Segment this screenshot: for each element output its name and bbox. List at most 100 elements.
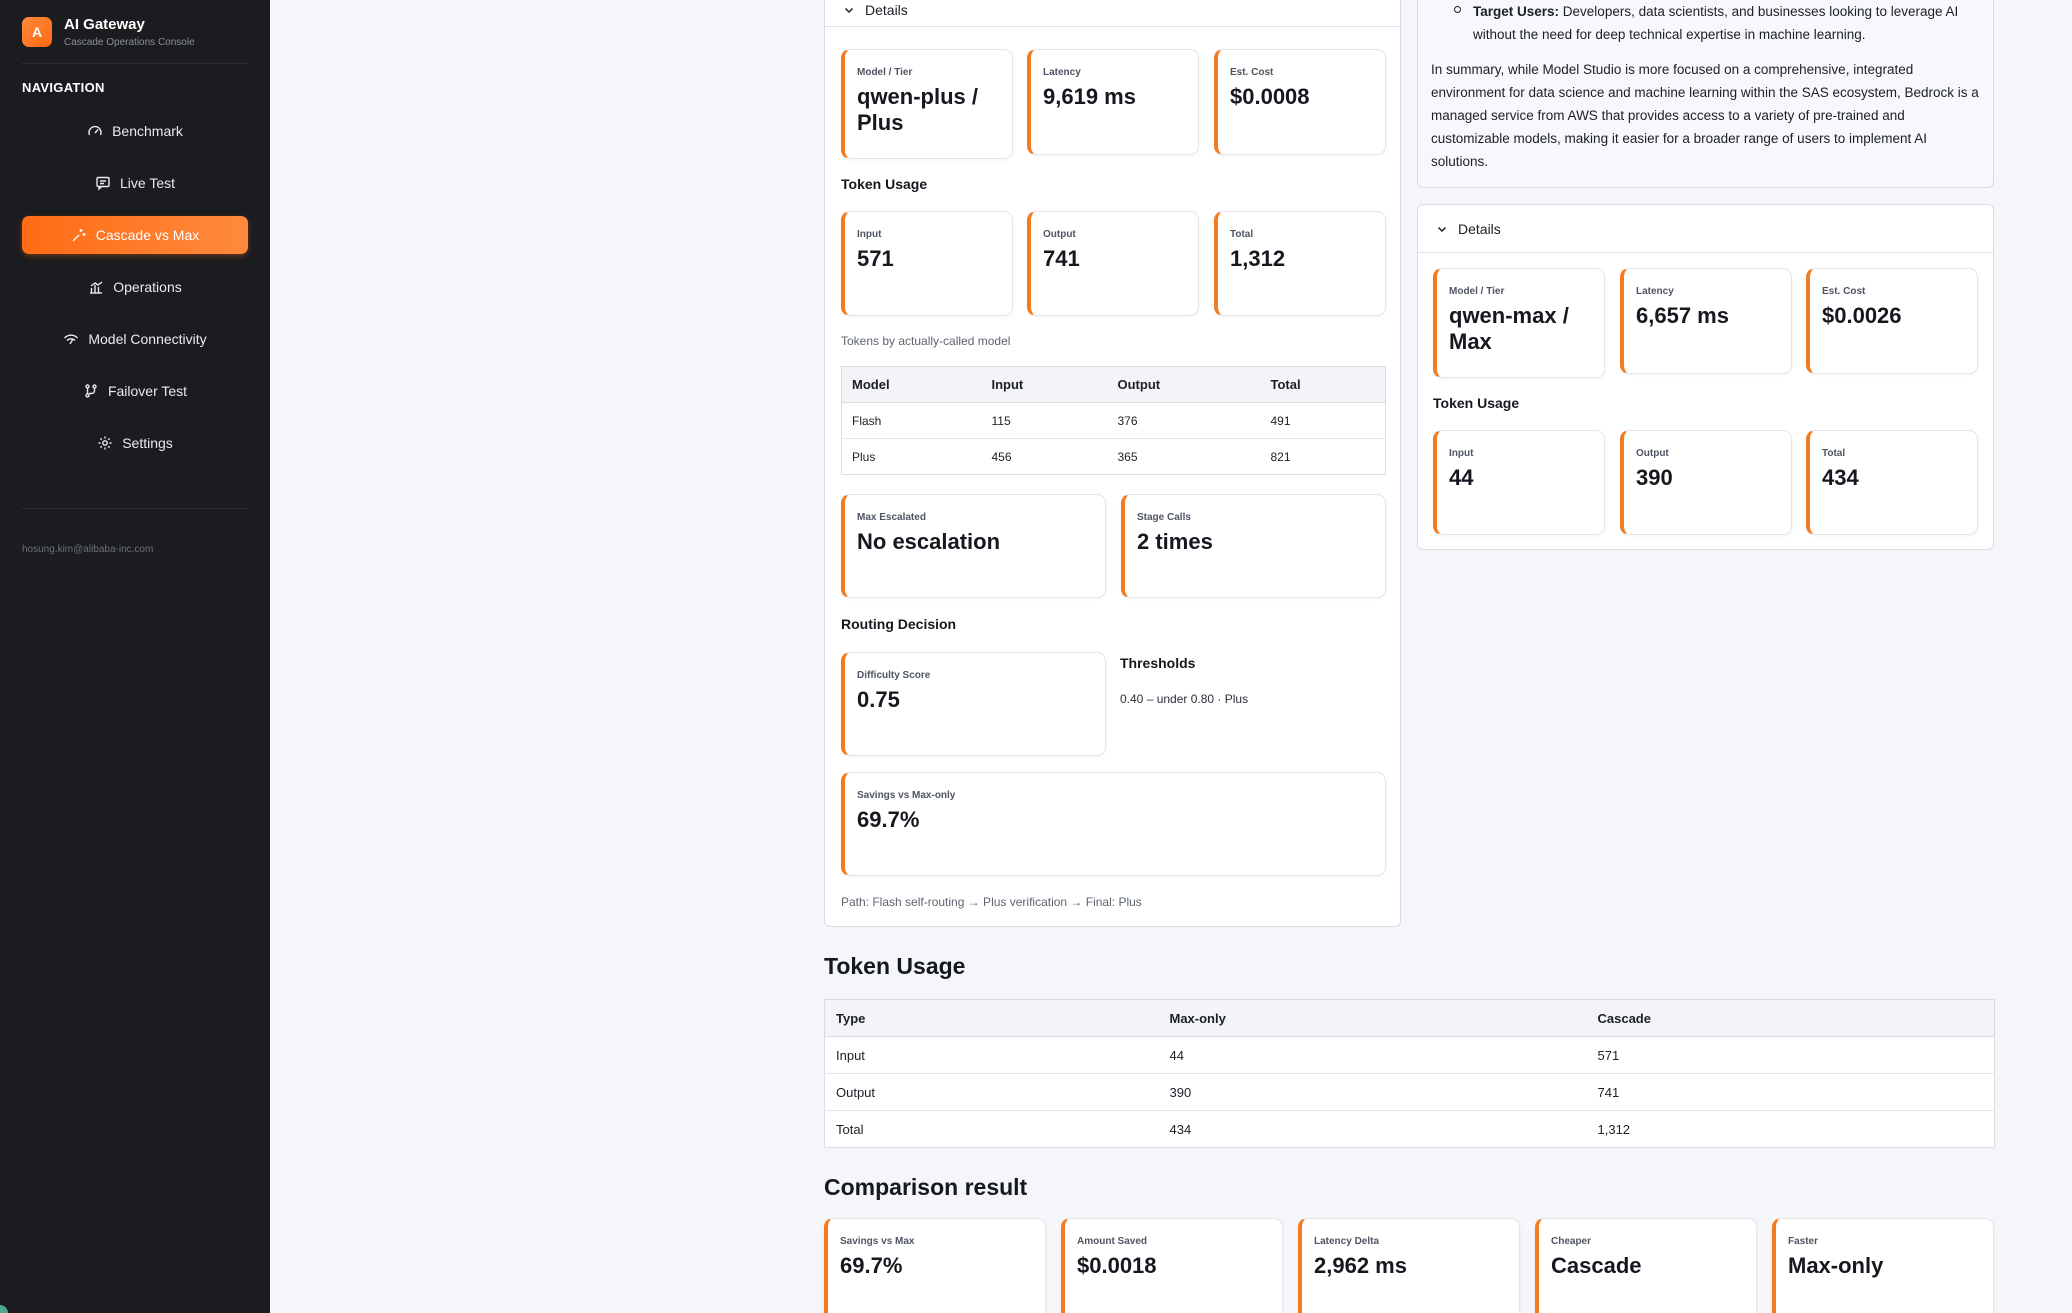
max-details-toggle[interactable]: Details bbox=[1418, 205, 1993, 253]
metric-card-difficulty-score: Difficulty Score 0.75 bbox=[841, 652, 1106, 756]
metric-value: 741 bbox=[1043, 246, 1080, 271]
column-header: Output bbox=[1107, 366, 1261, 403]
comparison-heading: Comparison result bbox=[824, 1174, 1028, 1200]
metric-value: $0.0008 bbox=[1230, 84, 1310, 109]
table-row: Plus 456 365 821 bbox=[842, 439, 1386, 475]
metric-label: Savings vs Max-only bbox=[857, 790, 956, 801]
nav-item-benchmark[interactable]: Benchmark bbox=[22, 112, 248, 150]
table-cell: 741 bbox=[1586, 1073, 1995, 1111]
metric-card-input: Input 571 bbox=[841, 211, 1013, 316]
metric-card-model-tier: Model / Tier qwen-max / Max bbox=[1433, 268, 1605, 378]
table-cell: 115 bbox=[981, 402, 1108, 439]
metric-value: $0.0018 bbox=[1077, 1253, 1157, 1278]
metric-card-savings-vs-max: Savings vs Max 69.7% bbox=[824, 1218, 1046, 1313]
gear-icon bbox=[97, 435, 113, 451]
metric-card-output: Output 390 bbox=[1620, 430, 1792, 535]
metric-label: Total bbox=[1230, 229, 1254, 240]
metric-label: Input bbox=[857, 229, 882, 240]
metric-card-max-escalated: Max Escalated No escalation bbox=[841, 494, 1106, 598]
metric-label: Output bbox=[1043, 229, 1076, 240]
table-row: Total 434 1,312 bbox=[825, 1111, 1995, 1148]
nav-item-model-connectivity[interactable]: Model Connectivity bbox=[22, 320, 248, 358]
metric-label: Stage Calls bbox=[1137, 512, 1191, 523]
sidebar: A AI Gateway Cascade Operations Console … bbox=[0, 0, 270, 1313]
nav-item-label: Model Connectivity bbox=[88, 331, 207, 347]
table-cell: 390 bbox=[1158, 1073, 1587, 1111]
token-usage-heading: Token Usage bbox=[824, 953, 966, 979]
bullet-term: Target Users: bbox=[1473, 4, 1560, 19]
table-cell: 1,312 bbox=[1597, 1121, 1631, 1137]
target-users-bullet: Target Users: Developers, data scientist… bbox=[1473, 0, 1983, 46]
metric-value: 571 bbox=[857, 246, 894, 271]
table-cell: 571 bbox=[1586, 1036, 1995, 1074]
metric-card-amount-saved: Amount Saved $0.0018 bbox=[1061, 1218, 1283, 1313]
table-cell: 456 bbox=[991, 449, 1012, 464]
metric-value: 6,657 ms bbox=[1636, 303, 1729, 328]
table-cell: 821 bbox=[1270, 449, 1291, 464]
summary-paragraph: In summary, while Model Studio is more f… bbox=[1431, 62, 1979, 169]
table-cell: Output bbox=[824, 1073, 1159, 1111]
user-email: hosung.kim@alibaba-inc.com bbox=[22, 544, 154, 555]
table-cell: Total bbox=[836, 1121, 864, 1137]
sidebar-divider bbox=[22, 63, 248, 64]
token-usage-label: Token Usage bbox=[841, 176, 928, 192]
column-header: Model bbox=[841, 366, 982, 403]
table-cell: 44 bbox=[1158, 1036, 1587, 1074]
thresholds-text: 0.40 – under 0.80 · Plus bbox=[1120, 692, 1249, 706]
nav-item-failover-test[interactable]: Failover Test bbox=[22, 372, 248, 410]
metric-card-stage-calls: Stage Calls 2 times bbox=[1121, 494, 1386, 598]
table-cell: Input bbox=[824, 1036, 1159, 1074]
chart-icon bbox=[88, 279, 104, 295]
nav-item-label: Settings bbox=[122, 435, 173, 451]
table-header-row: Type Max-only Cascade bbox=[824, 999, 1995, 1037]
nav-item-live-test[interactable]: Live Test bbox=[22, 164, 248, 202]
table-cell: 491 bbox=[1260, 402, 1386, 439]
metric-value: 69.7% bbox=[840, 1253, 903, 1278]
metric-label: Latency bbox=[1043, 67, 1081, 78]
table-row: Input 44 571 bbox=[824, 1036, 1995, 1074]
sparkle-icon bbox=[71, 227, 87, 243]
metric-value: 1,312 bbox=[1230, 246, 1286, 271]
metric-label: Latency bbox=[1636, 286, 1674, 297]
nav-item-label: Benchmark bbox=[112, 123, 183, 139]
metric-card-model-tier: Model / Tier qwen-plus / Plus bbox=[841, 49, 1013, 159]
metric-label: Est. Cost bbox=[1230, 67, 1274, 78]
metric-label: Input bbox=[1449, 448, 1474, 459]
column-header: Max-only bbox=[1158, 999, 1587, 1037]
brand-title: AI Gateway bbox=[64, 16, 145, 33]
cascade-details-toggle[interactable]: Details bbox=[825, 0, 1400, 27]
nav-item-label: Live Test bbox=[120, 175, 175, 191]
nav-item-settings[interactable]: Settings bbox=[22, 424, 248, 462]
metric-card-cheaper: Cheaper Cascade bbox=[1535, 1218, 1757, 1313]
metric-label: Total bbox=[1822, 448, 1846, 459]
table-row: Output 390 741 bbox=[824, 1073, 1995, 1111]
metric-value: qwen-max / Max bbox=[1449, 303, 1569, 354]
tokens-by-model-table: Model Input Output Total Flash 115 376 4… bbox=[841, 366, 1386, 475]
details-header-label: Details bbox=[865, 1, 908, 18]
table-row: Flash 115 376 491 bbox=[841, 402, 1386, 439]
metric-label: Amount Saved bbox=[1077, 1236, 1148, 1247]
brand-subtitle: Cascade Operations Console bbox=[64, 37, 195, 48]
gauge-icon bbox=[87, 123, 103, 139]
metric-value: No escalation bbox=[857, 529, 1001, 554]
nav-item-cascade-vs-max[interactable]: Cascade vs Max bbox=[22, 216, 248, 254]
nav-item-operations[interactable]: Operations bbox=[22, 268, 248, 306]
token-usage-table: Type Max-only Cascade Input 44 571 Outpu… bbox=[824, 999, 1995, 1148]
metric-value: 9,619 ms bbox=[1043, 84, 1136, 109]
metric-label: Max Escalated bbox=[857, 512, 926, 523]
table-cell: Flash bbox=[841, 402, 982, 439]
bullet-marker bbox=[1454, 6, 1461, 13]
chevron-down-icon bbox=[1436, 223, 1448, 235]
metric-card-total: Total 434 bbox=[1806, 430, 1978, 535]
nav-heading: NAVIGATION bbox=[22, 80, 105, 95]
token-usage-label: Token Usage bbox=[1433, 395, 1520, 411]
metric-value: qwen-plus / Plus bbox=[857, 84, 978, 135]
brand[interactable]: A AI Gateway Cascade Operations Console bbox=[22, 16, 195, 48]
chat-icon bbox=[95, 175, 111, 191]
table-cell: 434 bbox=[1169, 1121, 1192, 1137]
routing-path: Path: Flash self-routing → Plus verifica… bbox=[841, 895, 1142, 909]
table-cell: 365 bbox=[1117, 449, 1138, 464]
metric-card-total: Total 1,312 bbox=[1214, 211, 1386, 316]
metric-card-input: Input 44 bbox=[1433, 430, 1605, 535]
routing-decision-label: Routing Decision bbox=[841, 616, 957, 632]
